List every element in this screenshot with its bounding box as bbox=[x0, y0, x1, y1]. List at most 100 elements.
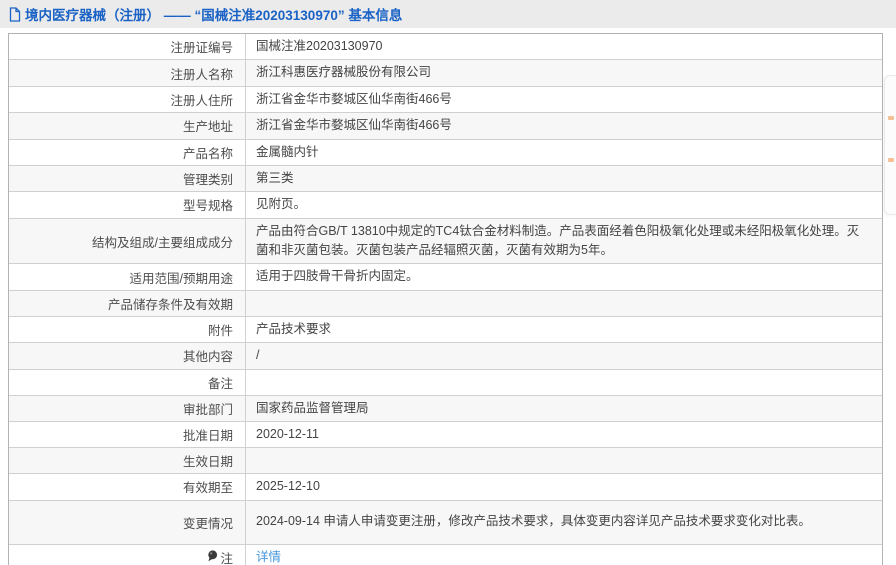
row-value: / bbox=[246, 343, 882, 368]
row-value: 适用于四肢骨干骨折内固定。 bbox=[246, 264, 882, 289]
page-title-text: 境内医疗器械（注册） —— “国械注准20203130970” 基本信息 bbox=[25, 8, 403, 23]
row-value-text: 浙江省金华市婺城区仙华南街466号 bbox=[256, 118, 452, 133]
table-row: 变更情况 2024-09-14 申请人申请变更注册，修改产品技术要求，具体变更内… bbox=[9, 499, 882, 544]
row-label: 注册人名称 bbox=[9, 60, 246, 86]
row-label-text: 结构及组成/主要组成成分 bbox=[92, 235, 233, 250]
row-value: 金属髓内针 bbox=[246, 140, 882, 165]
row-value: 见附页。 bbox=[246, 192, 882, 217]
row-label-text: 生产地址 bbox=[182, 120, 233, 135]
row-label: 型号规格 bbox=[9, 192, 246, 218]
table-row: 注册人名称 浙江科惠医疗器械股份有限公司 bbox=[9, 59, 882, 86]
row-label-text: 其他内容 bbox=[182, 350, 233, 365]
row-label-text: 批准日期 bbox=[182, 429, 233, 444]
row-label: 其他内容 bbox=[9, 343, 246, 369]
row-label: 生效日期 bbox=[9, 448, 246, 474]
row-value-text: 浙江省金华市婺城区仙华南街466号 bbox=[256, 91, 452, 106]
row-label-text: 注册人住所 bbox=[170, 93, 233, 108]
side-floating-panel-sliver[interactable] bbox=[884, 75, 896, 215]
row-value bbox=[246, 291, 882, 316]
detail-link[interactable]: 详情 bbox=[256, 548, 281, 565]
row-value: 第三类 bbox=[246, 166, 882, 191]
row-label-text: 有效期至 bbox=[182, 481, 233, 496]
row-value-text: 国械注准20203130970 bbox=[256, 39, 383, 53]
row-value-text: 2024-09-14 申请人申请变更注册，修改产品技术要求，具体变更内容详见产品… bbox=[256, 514, 811, 529]
row-value-text: 2025-12-10 bbox=[256, 479, 320, 494]
row-label: 批准日期 bbox=[9, 421, 246, 448]
table-row: 生产地址 浙江省金华市婺城区仙华南街466号 bbox=[9, 112, 882, 139]
row-value: 产品技术要求 bbox=[246, 317, 882, 342]
table-row: 审批部门 国家药品监督管理局 bbox=[9, 394, 882, 421]
row-label-text: 附件 bbox=[207, 323, 233, 338]
row-label-text: 产品储存条件及有效期 bbox=[107, 297, 233, 312]
table-row: 生效日期 bbox=[9, 447, 882, 474]
document-icon bbox=[9, 6, 21, 22]
row-value: 国械注准20203130970 bbox=[246, 34, 882, 59]
row-value-text: 产品技术要求 bbox=[256, 321, 332, 336]
row-value-text: 第三类 bbox=[256, 170, 294, 185]
row-label-text: 注册人名称 bbox=[170, 67, 233, 82]
table-row: 注册人住所 浙江省金华市婺城区仙华南街466号 bbox=[9, 85, 882, 113]
page-title: 境内医疗器械（注册） —— “国械注准20203130970” 基本信息 bbox=[8, 4, 402, 24]
side-panel-mark bbox=[888, 116, 894, 120]
table-row: 注 详情 bbox=[9, 543, 882, 565]
row-label: 适用范围/预期用途 bbox=[9, 264, 246, 290]
row-value-text: 浙江科惠医疗器械股份有限公司 bbox=[256, 65, 432, 80]
row-label: 生产地址 bbox=[9, 113, 246, 139]
row-label: 产品名称 bbox=[9, 139, 246, 165]
row-label-text: 备注 bbox=[207, 376, 233, 391]
table-row: 备注 bbox=[9, 368, 882, 395]
row-value bbox=[246, 370, 882, 395]
row-value: 2024-09-14 申请人申请变更注册，修改产品技术要求，具体变更内容详见产品… bbox=[246, 501, 882, 544]
row-label-text: 管理类别 bbox=[182, 173, 233, 188]
row-label: 结构及组成/主要组成成分 bbox=[9, 218, 246, 264]
table-row: 管理类别 第三类 bbox=[9, 164, 882, 192]
row-label-text: 型号规格 bbox=[182, 199, 233, 214]
table-row: 适用范围/预期用途 适用于四肢骨干骨折内固定。 bbox=[9, 263, 882, 290]
table-row: 批准日期 2020-12-11 bbox=[9, 420, 882, 448]
row-label: 有效期至 bbox=[9, 474, 246, 500]
row-value: 2025-12-10 bbox=[246, 474, 882, 499]
row-label: 管理类别 bbox=[9, 165, 246, 192]
row-value: 2020-12-11 bbox=[246, 422, 882, 447]
row-label: 注 bbox=[9, 544, 246, 565]
row-label: 审批部门 bbox=[9, 395, 246, 421]
table-row: 附件 产品技术要求 bbox=[9, 315, 882, 343]
row-value: 产品由符合GB/T 13810中规定的TC4钛合金材料制造。产品表面经着色阳极氧… bbox=[246, 219, 882, 264]
row-value: 浙江省金华市婺城区仙华南街466号 bbox=[246, 113, 882, 138]
table-row: 产品储存条件及有效期 bbox=[9, 289, 882, 316]
row-value: 国家药品监督管理局 bbox=[246, 396, 882, 421]
row-label-text: 注 bbox=[220, 551, 233, 565]
row-label-text: 变更情况 bbox=[182, 516, 233, 531]
row-value-text: 国家药品监督管理局 bbox=[256, 400, 369, 415]
table-row: 注册证编号 国械注准20203130970 bbox=[9, 34, 882, 60]
note-balloon-icon bbox=[207, 550, 220, 565]
table-row: 有效期至 2025-12-10 bbox=[9, 473, 882, 500]
row-value: 详情 bbox=[246, 545, 882, 565]
row-label-text: 产品名称 bbox=[182, 146, 233, 161]
row-label: 注册证编号 bbox=[9, 34, 246, 60]
row-value-text: 产品由符合GB/T 13810中规定的TC4钛合金材料制造。产品表面经着色阳极氧… bbox=[256, 223, 860, 257]
row-label: 备注 bbox=[9, 369, 246, 395]
row-label: 变更情况 bbox=[9, 500, 246, 544]
row-value-text: 2020-12-11 bbox=[256, 426, 320, 441]
row-label: 附件 bbox=[9, 316, 246, 343]
table-row: 结构及组成/主要组成成分 产品由符合GB/T 13810中规定的TC4钛合金材料… bbox=[9, 217, 882, 264]
row-value-text: 金属髓内针 bbox=[256, 144, 319, 159]
registration-info-table: 注册证编号 国械注准20203130970 注册人名称 浙江科惠医疗器械股份有限… bbox=[8, 33, 883, 565]
row-label-text: 审批部门 bbox=[182, 402, 233, 417]
row-label: 注册人住所 bbox=[9, 86, 246, 113]
row-value bbox=[246, 448, 882, 473]
table-row: 产品名称 金属髓内针 bbox=[9, 138, 882, 165]
row-value: 浙江科惠医疗器械股份有限公司 bbox=[246, 60, 882, 85]
table-row: 型号规格 见附页。 bbox=[9, 191, 882, 218]
row-value: 浙江省金华市婺城区仙华南街466号 bbox=[246, 87, 882, 112]
table-row: 其他内容 / bbox=[9, 342, 882, 369]
row-label: 产品储存条件及有效期 bbox=[9, 290, 246, 316]
page-header-band: 境内医疗器械（注册） —— “国械注准20203130970” 基本信息 bbox=[0, 0, 896, 28]
row-value-text: 见附页。 bbox=[256, 197, 307, 212]
row-value-text: / bbox=[256, 348, 260, 363]
row-label-text: 生效日期 bbox=[182, 455, 233, 470]
row-label-text: 注册证编号 bbox=[170, 41, 233, 56]
row-label-text: 适用范围/预期用途 bbox=[129, 271, 233, 286]
side-panel-mark bbox=[888, 158, 894, 162]
